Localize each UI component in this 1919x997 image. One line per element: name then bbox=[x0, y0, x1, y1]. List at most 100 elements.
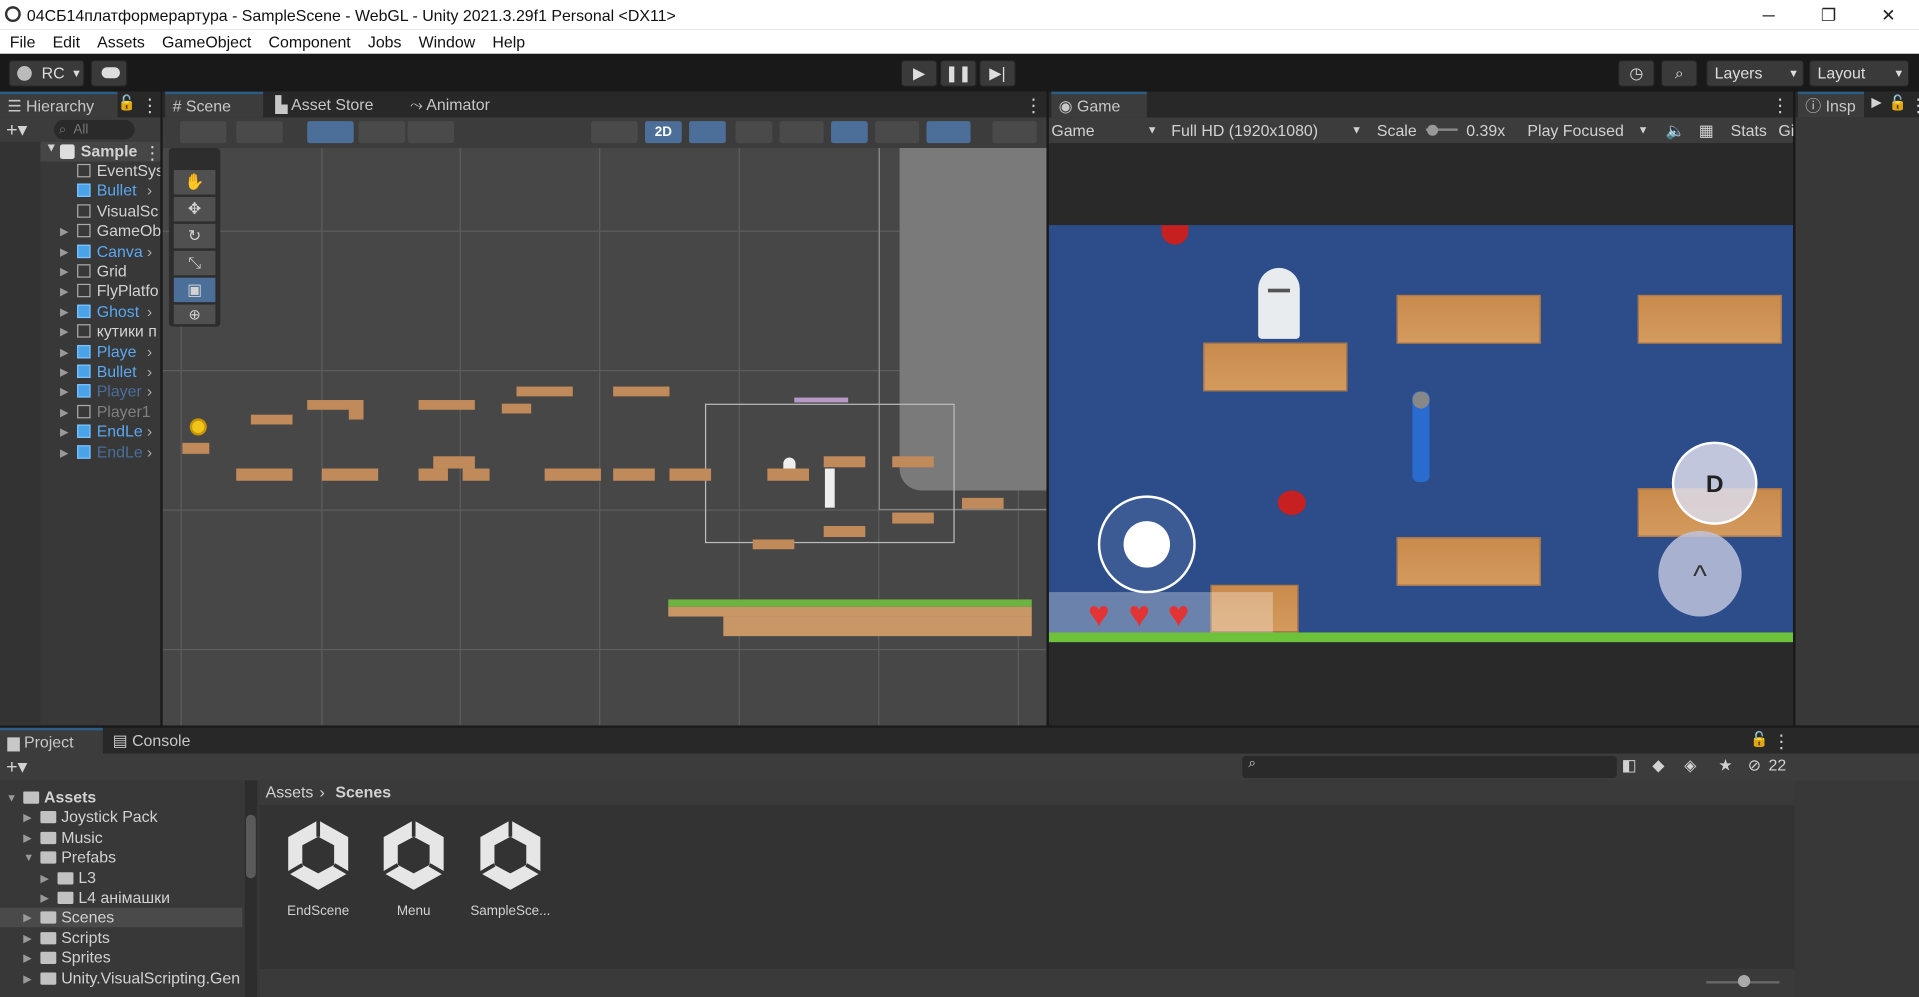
project-folder[interactable]: ▶ Scenes bbox=[0, 908, 243, 928]
resolution-dropdown[interactable]: Full HD (1920x1080) ▼ bbox=[1171, 117, 1367, 143]
expand-icon[interactable]: ▶ bbox=[23, 828, 31, 848]
expand-icon[interactable]: ▶ bbox=[60, 282, 68, 302]
expand-icon[interactable]: ▶ bbox=[60, 422, 68, 442]
expand-icon[interactable]: ▼ bbox=[45, 142, 57, 155]
more-icon[interactable]: ⋮ bbox=[1024, 94, 1042, 116]
chevron-right-icon[interactable]: › bbox=[147, 342, 152, 362]
hierarchy-item[interactable]: EventSys bbox=[40, 161, 160, 181]
chevron-right-icon[interactable]: › bbox=[147, 442, 152, 462]
label-icon[interactable]: ◈ bbox=[1684, 756, 1696, 776]
tab-asset-store[interactable]: ▙ Asset Store bbox=[268, 92, 381, 118]
rotate-tool-icon[interactable]: ↻ bbox=[173, 223, 216, 249]
project-folder[interactable]: ▶ Joystick Pack bbox=[0, 808, 242, 828]
maximize-button[interactable]: ❐ bbox=[1800, 0, 1856, 29]
lock-icon[interactable]: 🔓 bbox=[117, 94, 135, 111]
play-button[interactable]: ▶ bbox=[900, 59, 938, 87]
hierarchy-item[interactable]: ▶ EndLe › bbox=[40, 442, 160, 462]
hierarchy-item[interactable]: ▶ Playe › bbox=[40, 342, 160, 362]
layers-dropdown[interactable]: Layers ▼ bbox=[1706, 59, 1805, 87]
minimize-button[interactable]: ─ bbox=[1740, 0, 1796, 29]
increment-snap-button[interactable] bbox=[407, 121, 455, 144]
project-folder[interactable]: ▼ Assets bbox=[0, 788, 242, 808]
more-icon[interactable]: ⋮ bbox=[1772, 730, 1790, 753]
asset-tile[interactable]: Menu bbox=[365, 817, 463, 919]
chevron-right-icon[interactable]: › bbox=[147, 302, 152, 322]
expand-icon[interactable]: ▶ bbox=[60, 442, 68, 462]
expand-icon[interactable]: ▶ bbox=[60, 262, 68, 282]
hierarchy-item[interactable]: ▶ кутики п bbox=[40, 322, 160, 342]
hierarchy-item[interactable]: Bullet › bbox=[40, 182, 160, 202]
expand-icon[interactable]: ▶ bbox=[23, 928, 31, 948]
grid-button[interactable] bbox=[358, 121, 406, 144]
more-icon[interactable]: ⋮ bbox=[1909, 94, 1919, 116]
hidden-packages-icon[interactable]: ⊘ bbox=[1748, 756, 1761, 776]
expand-icon[interactable]: ▶ bbox=[60, 382, 68, 402]
project-folder[interactable]: ▶ Sprites bbox=[0, 948, 242, 968]
hierarchy-item[interactable]: ▶ FlyPlatfo bbox=[40, 282, 160, 302]
menu-gameobject[interactable]: GameObject bbox=[162, 32, 251, 50]
tab-game[interactable]: ◉ Game bbox=[1051, 91, 1147, 118]
scrollbar-thumb[interactable] bbox=[246, 814, 256, 879]
stats-button[interactable]: Stats bbox=[1731, 117, 1767, 143]
hierarchy-item[interactable]: ▶ EndLe › bbox=[40, 422, 160, 442]
lock-icon[interactable]: 🔓 bbox=[1750, 730, 1768, 747]
menu-file[interactable]: File bbox=[10, 32, 36, 50]
more-icon[interactable]: ⋮ bbox=[141, 94, 159, 116]
expand-icon[interactable]: ▶ bbox=[60, 242, 68, 262]
expand-icon[interactable]: ▶ bbox=[23, 948, 31, 968]
step-button[interactable]: ▶| bbox=[979, 59, 1016, 87]
more-icon[interactable]: ⋮ bbox=[1771, 94, 1789, 116]
scale-tool-icon[interactable]: ⤡ bbox=[173, 250, 216, 276]
chevron-right-icon[interactable]: › bbox=[147, 382, 152, 402]
d-button[interactable]: D bbox=[1671, 441, 1758, 525]
layout-dropdown[interactable]: Layout ▼ bbox=[1808, 59, 1910, 87]
audio-toggle[interactable] bbox=[735, 121, 773, 144]
lighting-toggle[interactable] bbox=[689, 121, 726, 144]
gizmos-button[interactable]: Gi bbox=[1778, 117, 1794, 143]
hand-tool-icon[interactable]: ✋ bbox=[173, 170, 216, 195]
expand-icon[interactable]: ▶ bbox=[60, 322, 68, 342]
project-search-input[interactable]: ⌕ bbox=[1242, 755, 1617, 779]
tab-hierarchy[interactable]: ☰ Hierarchy bbox=[0, 91, 118, 118]
hierarchy-item[interactable]: ▶ Player › bbox=[40, 382, 160, 402]
pause-button[interactable]: ❚❚ bbox=[939, 59, 977, 87]
search-button[interactable]: ⌕ bbox=[1660, 59, 1698, 87]
scene-row[interactable]: ▼ Sample ⋮ bbox=[40, 141, 162, 164]
history-button[interactable]: ◷ bbox=[1617, 59, 1655, 87]
play-mode-dropdown[interactable]: Play Focused ▼ bbox=[1527, 117, 1652, 143]
menu-assets[interactable]: Assets bbox=[97, 32, 145, 50]
jump-button[interactable]: ^ bbox=[1658, 530, 1742, 617]
chevron-right-icon[interactable]: › bbox=[147, 182, 152, 202]
hierarchy-item[interactable]: ▶ Ghost › bbox=[40, 302, 160, 322]
menu-help[interactable]: Help bbox=[492, 32, 525, 50]
hierarchy-item[interactable]: ▶ Grid bbox=[40, 262, 160, 282]
global-button[interactable] bbox=[236, 121, 283, 144]
tree-scrollbar[interactable] bbox=[244, 780, 258, 997]
search-by-type-icon[interactable]: ◧ bbox=[1622, 756, 1637, 776]
lock-icon[interactable]: 🔓 bbox=[1888, 94, 1906, 111]
transform-tool-icon[interactable]: ⊕ bbox=[173, 304, 216, 325]
asset-tile[interactable]: SampleSce... bbox=[461, 817, 559, 919]
account-button[interactable]: RC ▼ bbox=[8, 59, 85, 87]
game-view[interactable]: ♥ ♥ ♥ D ^ bbox=[1048, 225, 1794, 643]
project-folder[interactable]: ▶ L4 анімашки bbox=[0, 888, 242, 908]
tab-project[interactable]: ▆ Project bbox=[0, 727, 103, 754]
breadcrumb-assets[interactable]: Assets bbox=[266, 780, 314, 804]
project-folder[interactable]: ▶ Unity.VisualScripting.Gen bbox=[0, 968, 242, 988]
draw-mode-button[interactable] bbox=[179, 121, 227, 144]
slider-thumb[interactable] bbox=[1427, 124, 1439, 136]
expand-icon[interactable]: ▼ bbox=[6, 788, 17, 808]
expand-icon[interactable]: ▶ bbox=[60, 222, 68, 242]
effects-toggle[interactable] bbox=[779, 121, 824, 144]
shading-mode-button[interactable] bbox=[591, 121, 638, 144]
expand-icon[interactable]: ▶ bbox=[60, 302, 68, 322]
menu-edit[interactable]: Edit bbox=[53, 32, 80, 50]
zoom-slider-thumb[interactable] bbox=[1737, 974, 1751, 988]
expand-icon[interactable]: ▶ bbox=[23, 808, 31, 828]
hierarchy-item[interactable]: ▶ GameOb bbox=[40, 222, 160, 242]
hierarchy-item[interactable]: ▶ Canva › bbox=[40, 242, 160, 262]
tab-inspector[interactable]: ⓘ Insp bbox=[1797, 91, 1864, 118]
expand-icon[interactable]: ▶ bbox=[40, 888, 48, 908]
expand-icon[interactable]: ▶ bbox=[23, 968, 31, 988]
project-folder[interactable]: ▶ L3 bbox=[0, 868, 242, 888]
